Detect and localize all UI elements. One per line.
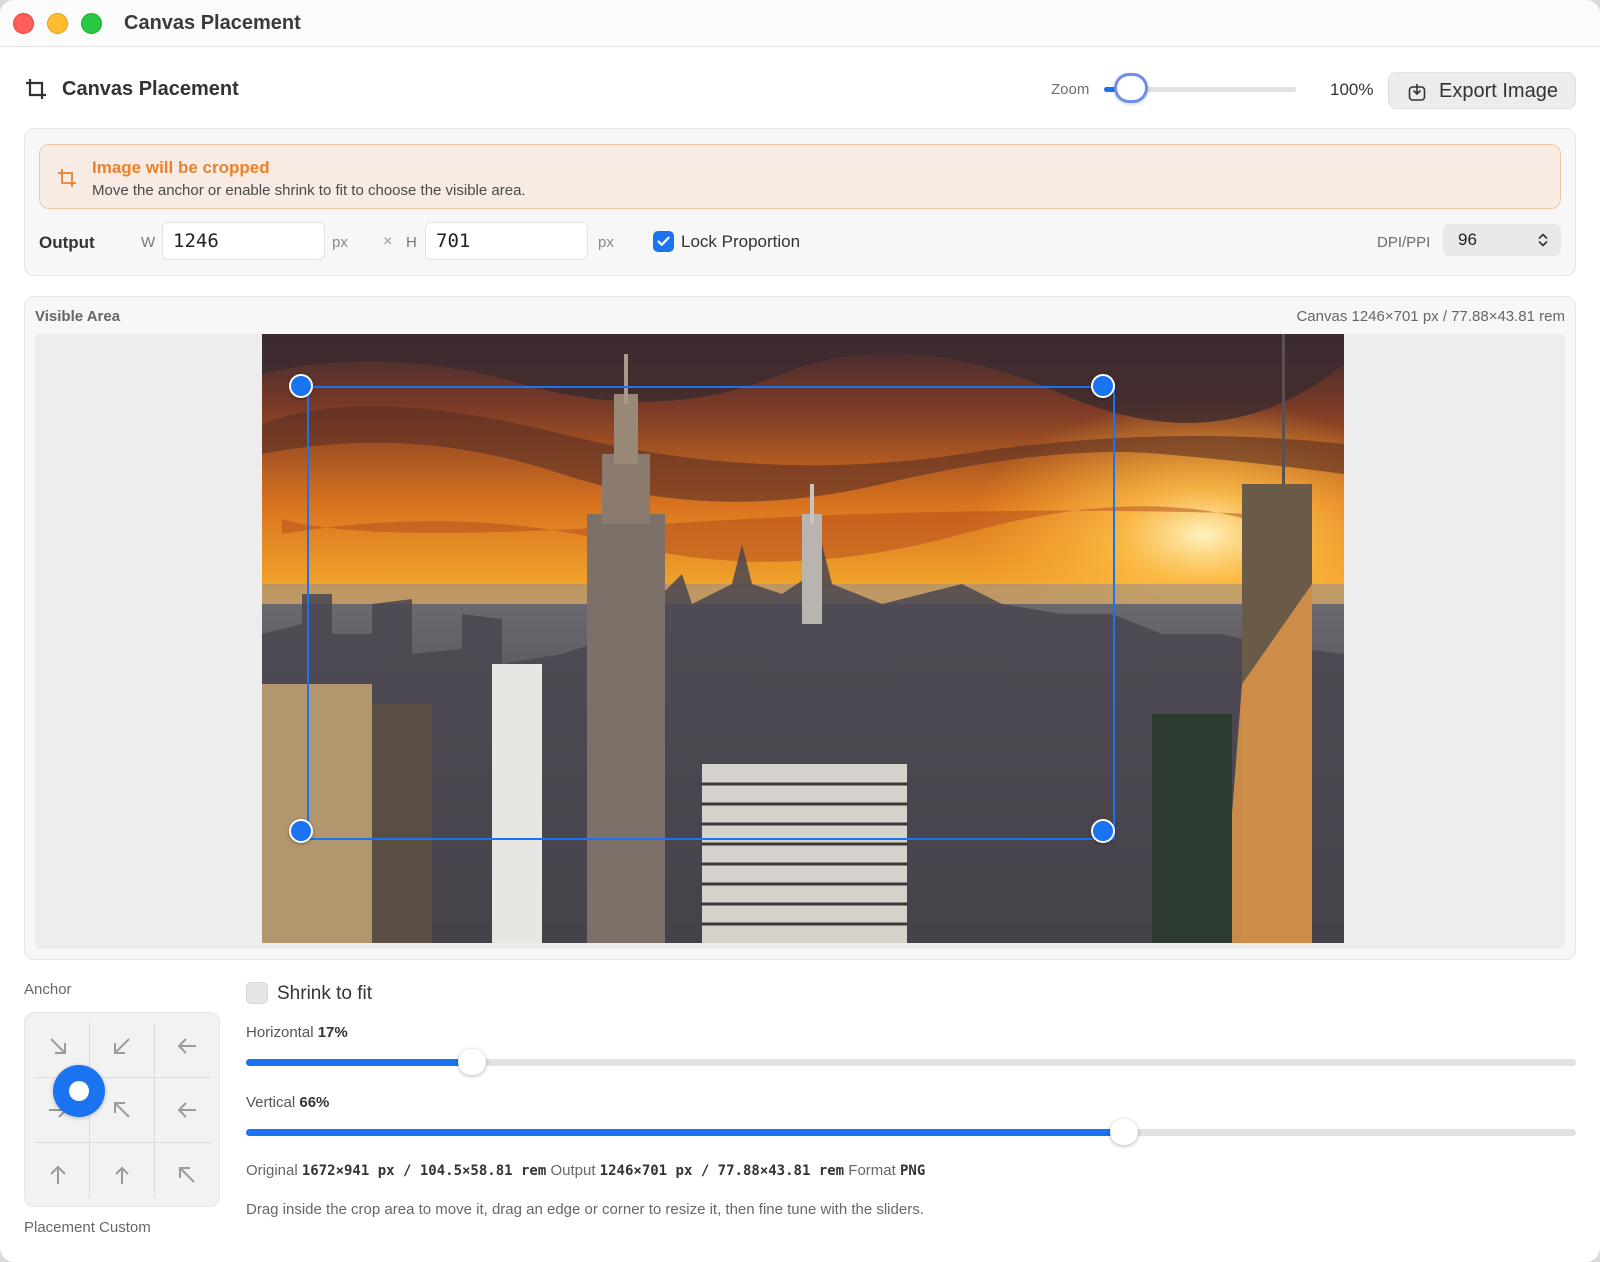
placement-label: Placement Custom: [24, 1219, 151, 1236]
zoom-label: Zoom: [1051, 81, 1090, 98]
zoom-value: 100%: [1330, 80, 1374, 99]
arrow-up-left-icon: [115, 1166, 129, 1184]
horizontal-value: 17%: [317, 1024, 348, 1041]
page-title: Canvas Placement: [62, 78, 239, 100]
vertical-slider-knob[interactable]: [1109, 1119, 1138, 1145]
output-label: Output: [39, 233, 95, 252]
vertical-slider-label: Vertical 66%: [246, 1094, 329, 1111]
horizontal-label-text: Horizontal: [246, 1024, 314, 1041]
horizontal-slider-fill: [246, 1059, 473, 1066]
lock-proportion-checkbox[interactable]: [653, 231, 674, 252]
vertical-label-text: Vertical: [246, 1094, 296, 1111]
anchor-label: Anchor: [24, 981, 72, 998]
zoom-slider-knob[interactable]: [1113, 73, 1148, 103]
checkmark-icon: [657, 236, 670, 246]
canvas-info: Canvas 1246×701 px / 77.88×43.81 rem: [1296, 308, 1565, 325]
crop-handle-top-right[interactable]: [1091, 374, 1115, 398]
arrow-left-icon: [177, 1102, 196, 1118]
lock-proportion-label[interactable]: Lock Proportion: [681, 232, 800, 252]
app-window: Canvas Placement Canvas Placement Zoom 1…: [0, 0, 1600, 1262]
format-label: Format: [848, 1162, 896, 1179]
zoom-window-button[interactable]: [81, 13, 102, 34]
arrow-left-icon: [177, 1038, 196, 1054]
usage-hint: Drag inside the crop area to move it, dr…: [246, 1201, 924, 1218]
vertical-value: 66%: [299, 1094, 330, 1111]
chevron-up-down-icon: [1538, 233, 1548, 247]
horizontal-slider-knob[interactable]: [458, 1049, 487, 1075]
horizontal-slider-label: Horizontal 17%: [246, 1024, 348, 1041]
original-label: Original: [246, 1162, 298, 1179]
window-title: Canvas Placement: [124, 12, 301, 34]
dpi-label: DPI/PPI: [1377, 234, 1431, 251]
output-settings-card: Image will be cropped Move the anchor or…: [24, 128, 1576, 276]
crop-warning-banner: Image will be cropped Move the anchor or…: [39, 144, 1561, 209]
anchor-cell-bottom-left[interactable]: [26, 1143, 90, 1207]
height-unit: px: [598, 234, 614, 251]
output-size: 1246×701 px / 77.88×43.81 rem: [599, 1163, 845, 1179]
shrink-to-fit-label[interactable]: Shrink to fit: [277, 983, 372, 1005]
warning-title: Image will be cropped: [92, 158, 270, 177]
height-label: H: [406, 234, 417, 251]
anchor-marker-center: [69, 1081, 89, 1101]
crop-handle-bottom-right[interactable]: [1091, 819, 1115, 843]
times-separator: ×: [383, 233, 393, 250]
crop-icon: [26, 79, 46, 99]
visible-area-label: Visible Area: [35, 308, 121, 325]
format-value: PNG: [899, 1163, 926, 1179]
export-image-label: Export Image: [1439, 80, 1558, 102]
anchor-cell-bottom-right[interactable]: [155, 1143, 219, 1207]
visible-area-card: Visible Area Canvas 1246×701 px / 77.88×…: [24, 296, 1576, 960]
output-info-label: Output: [550, 1162, 596, 1179]
title-bar: Canvas Placement: [0, 0, 1600, 47]
export-icon: [1408, 84, 1426, 101]
anchor-cell-bottom-center[interactable]: [90, 1143, 154, 1207]
dpi-value: 96: [1458, 230, 1477, 249]
close-window-button[interactable]: [13, 13, 34, 34]
arrow-up-left-icon: [179, 1167, 195, 1183]
arrow-up-icon: [50, 1165, 66, 1184]
crop-handle-bottom-left[interactable]: [289, 819, 313, 843]
anchor-cell-middle-right[interactable]: [155, 1078, 219, 1142]
vertical-slider-fill: [246, 1129, 1124, 1136]
vertical-slider[interactable]: [246, 1119, 1576, 1145]
original-size: 1672×941 px / 104.5×58.81 rem: [301, 1163, 547, 1179]
arrow-down-left-icon: [114, 1038, 130, 1054]
height-input[interactable]: 701: [425, 222, 588, 260]
anchor-grid: [24, 1012, 220, 1207]
image-info: Original 1672×941 px / 104.5×58.81 rem O…: [246, 1162, 925, 1179]
width-unit: px: [332, 234, 348, 251]
width-input[interactable]: 1246: [162, 222, 325, 260]
anchor-position-marker[interactable]: [53, 1065, 105, 1117]
arrow-up-left-icon: [114, 1102, 130, 1118]
export-image-button[interactable]: Export Image: [1388, 72, 1576, 109]
arrow-down-right-icon: [50, 1038, 66, 1054]
shrink-to-fit-checkbox[interactable]: [246, 982, 268, 1004]
anchor-cell-top-center[interactable]: [90, 1014, 154, 1078]
anchor-cell-top-right[interactable]: [155, 1014, 219, 1078]
width-label: W: [141, 234, 156, 251]
crop-icon: [58, 169, 76, 187]
minimize-window-button[interactable]: [47, 13, 68, 34]
crop-area[interactable]: [307, 386, 1115, 840]
preview-stage: [35, 334, 1565, 949]
crop-handle-top-left[interactable]: [289, 374, 313, 398]
toolbar: Canvas Placement Zoom 100% Export Image: [0, 48, 1600, 130]
horizontal-slider[interactable]: [246, 1049, 1576, 1075]
warning-description: Move the anchor or enable shrink to fit …: [92, 182, 526, 199]
dpi-select[interactable]: 96: [1443, 224, 1561, 256]
